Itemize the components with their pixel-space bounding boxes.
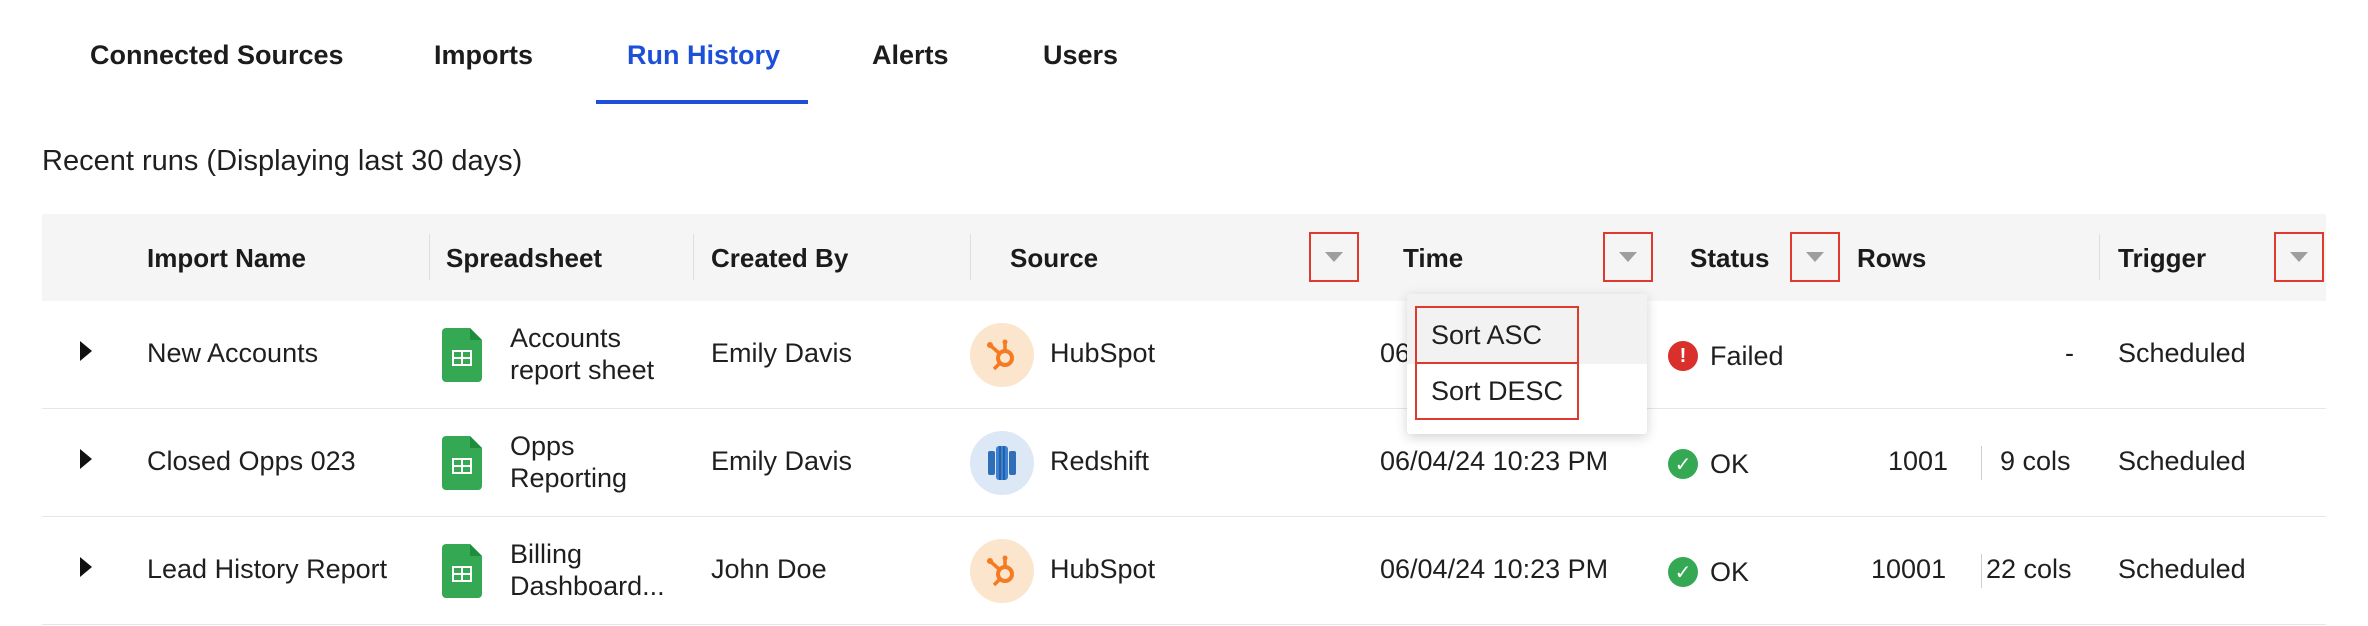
- row-count: 10001: [1871, 554, 1947, 584]
- source-name: HubSpot: [1050, 554, 1156, 584]
- active-tab-indicator: [596, 100, 808, 104]
- spreadsheet-name[interactable]: Billing Dashboard...: [510, 538, 665, 602]
- trigger-type: Scheduled: [2118, 338, 2246, 368]
- expand-arrow-icon[interactable]: [80, 449, 92, 469]
- created-by: John Doe: [711, 554, 827, 584]
- column-divider[interactable]: [2099, 234, 2100, 280]
- spreadsheet-name-line1: Accounts: [510, 323, 622, 353]
- header-rows[interactable]: Rows: [1857, 243, 1926, 274]
- column-divider[interactable]: [429, 234, 430, 280]
- sort-dropdown-menu: Sort ASC Sort DESC: [1407, 294, 1647, 434]
- spreadsheet-name-line2: report sheet: [510, 355, 655, 385]
- error-icon: !: [1668, 341, 1698, 371]
- header-source[interactable]: Source: [1010, 243, 1098, 274]
- check-icon: ✓: [1668, 557, 1698, 587]
- google-sheets-icon: [442, 436, 482, 490]
- table-header: Import Name Spreadsheet Created By Sourc…: [42, 214, 2326, 301]
- source-filter-button[interactable]: [1309, 232, 1359, 282]
- expand-arrow-icon[interactable]: [80, 557, 92, 577]
- spreadsheet-name-line1: Opps: [510, 431, 575, 461]
- column-count: 9 cols: [2000, 446, 2071, 476]
- tab-run-history[interactable]: Run History: [627, 40, 780, 71]
- column-divider[interactable]: [970, 234, 971, 280]
- source-name: Redshift: [1050, 446, 1150, 476]
- section-title: Recent runs (Displaying last 30 days): [42, 145, 523, 177]
- created-by: Emily Davis: [711, 446, 853, 476]
- caret-down-icon: [1806, 252, 1824, 262]
- run-status: OK: [1710, 449, 1750, 479]
- check-icon: ✓: [1668, 449, 1698, 479]
- redshift-icon: [970, 431, 1034, 495]
- import-name[interactable]: Closed Opps 023: [147, 446, 356, 477]
- caret-down-icon: [1325, 252, 1343, 262]
- tab-users[interactable]: Users: [1043, 40, 1118, 71]
- created-by: Emily Davis: [711, 338, 853, 368]
- google-sheets-icon: [442, 544, 482, 598]
- google-sheets-icon: [442, 328, 482, 382]
- hubspot-icon: [970, 539, 1034, 603]
- import-name[interactable]: Lead History Report: [147, 554, 387, 585]
- table-row[interactable]: New Accounts Accounts report sheet Emily…: [42, 301, 2326, 409]
- spreadsheet-name-line2: Dashboard...: [510, 571, 665, 601]
- expand-arrow-icon[interactable]: [80, 341, 92, 361]
- tab-alerts[interactable]: Alerts: [872, 40, 949, 71]
- spreadsheet-name-line1: Billing: [510, 539, 583, 569]
- tab-imports[interactable]: Imports: [434, 40, 533, 71]
- run-time: 06/04/24 10:23 PM: [1380, 554, 1609, 584]
- spreadsheet-name[interactable]: Opps Reporting: [510, 430, 627, 494]
- header-trigger[interactable]: Trigger: [2118, 243, 2206, 274]
- spreadsheet-name-line2: Reporting: [510, 463, 628, 493]
- sort-desc-option[interactable]: Sort DESC: [1415, 362, 1579, 420]
- trigger-type: Scheduled: [2118, 554, 2246, 584]
- run-time: 06: [1380, 338, 1411, 368]
- hubspot-icon: [970, 323, 1034, 387]
- caret-down-icon: [1619, 252, 1637, 262]
- source-name: HubSpot: [1050, 338, 1156, 368]
- header-status[interactable]: Status: [1690, 243, 1769, 274]
- value-separator: [1981, 446, 1982, 480]
- caret-down-icon: [2290, 252, 2308, 262]
- time-filter-button[interactable]: [1603, 232, 1653, 282]
- header-time[interactable]: Time: [1403, 243, 1463, 274]
- spreadsheet-name[interactable]: Accounts report sheet: [510, 322, 654, 386]
- run-status: Failed: [1710, 341, 1784, 371]
- tab-connected-sources[interactable]: Connected Sources: [90, 40, 344, 71]
- sort-asc-option[interactable]: Sort ASC: [1415, 306, 1579, 364]
- run-time: 06/04/24 10:23 PM: [1380, 446, 1609, 476]
- header-import-name[interactable]: Import Name: [147, 243, 306, 274]
- import-name[interactable]: New Accounts: [147, 338, 318, 369]
- row-count: 1001: [1888, 446, 1949, 476]
- trigger-type: Scheduled: [2118, 446, 2246, 476]
- tab-bar: Connected Sources Imports Run History Al…: [0, 0, 2368, 106]
- table-row[interactable]: Lead History Report Billing Dashboard...…: [42, 517, 2326, 625]
- column-divider[interactable]: [693, 234, 694, 280]
- header-created-by[interactable]: Created By: [711, 243, 848, 274]
- column-count: 22 cols: [1986, 554, 2072, 584]
- run-status: OK: [1710, 557, 1750, 587]
- table-row[interactable]: Closed Opps 023 Opps Reporting Emily Dav…: [42, 409, 2326, 517]
- trigger-filter-button[interactable]: [2274, 232, 2324, 282]
- header-spreadsheet[interactable]: Spreadsheet: [446, 243, 602, 274]
- row-count: -: [2065, 338, 2074, 368]
- value-separator: [1981, 554, 1982, 588]
- status-filter-button[interactable]: [1790, 232, 1840, 282]
